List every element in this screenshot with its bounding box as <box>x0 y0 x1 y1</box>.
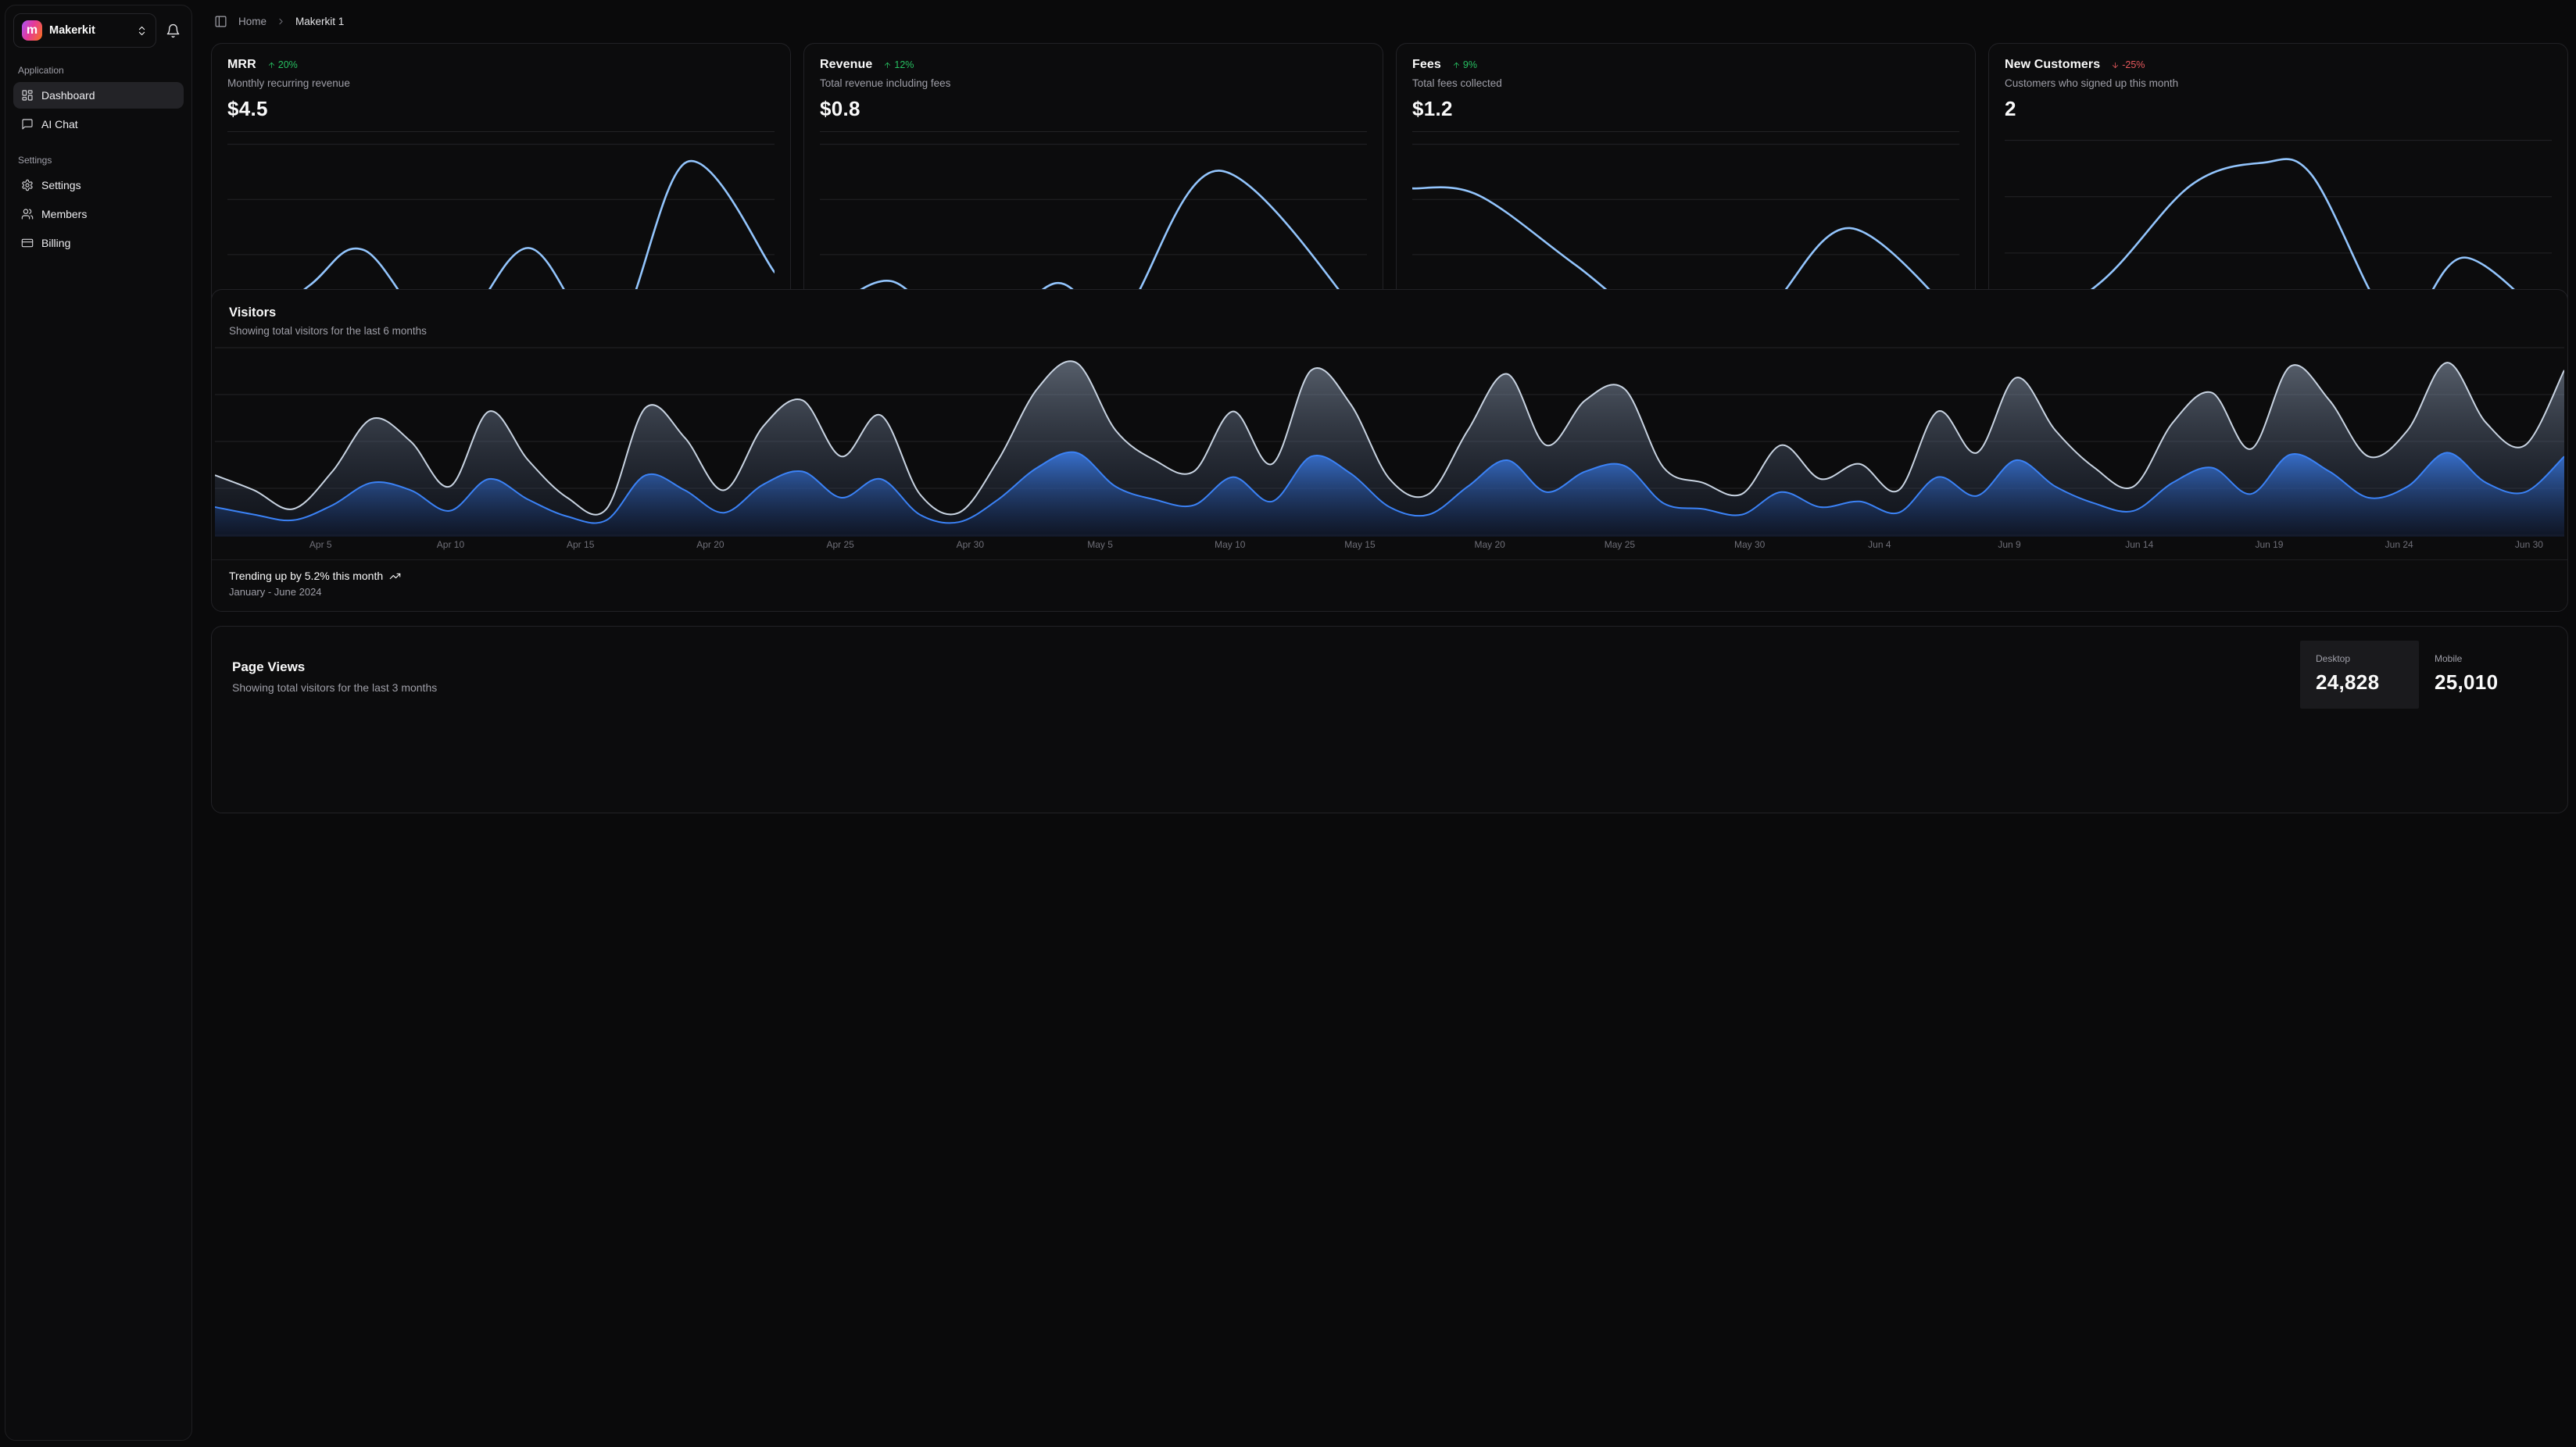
visitors-area-chart <box>215 346 2564 537</box>
arrow-down-icon <box>2111 61 2120 70</box>
stat-delta-badge: -25% <box>2111 59 2145 70</box>
sidebar-item-settings[interactable]: Settings <box>13 172 184 198</box>
divider <box>1412 131 1959 132</box>
axis-label: Jun 30 <box>2515 539 2543 550</box>
stat-cards-row: MRR 20% Monthly recurring revenue $4.5 A… <box>211 43 2568 275</box>
page-views-card: Page Views Showing total visitors for th… <box>211 626 2568 813</box>
stat-title: MRR <box>227 58 256 72</box>
axis-label: Jun 24 <box>2385 539 2413 550</box>
axis-label: May 30 <box>1734 539 1765 550</box>
sidebar-item-dashboard[interactable]: Dashboard <box>13 82 184 109</box>
message-square-icon <box>21 118 34 130</box>
axis-label: Apr 10 <box>437 539 464 550</box>
chevron-right-icon <box>276 16 286 27</box>
nav-section-settings: Settings <box>18 155 179 166</box>
stat-delta: -25% <box>2122 59 2145 70</box>
workspace-logo-letter: m <box>27 24 38 37</box>
toggle-label: Desktop <box>2316 653 2403 664</box>
sidebar-item-members[interactable]: Members <box>13 201 184 227</box>
layout-dashboard-icon <box>21 89 34 102</box>
sidebar-item-label: AI Chat <box>41 118 78 130</box>
stat-description: Total revenue including fees <box>820 77 1367 89</box>
visitors-subtitle: Showing total visitors for the last 6 mo… <box>229 325 2550 337</box>
axis-label: May 25 <box>1605 539 1635 550</box>
axis-label: Jun 9 <box>1998 539 2020 550</box>
sidebar-item-billing[interactable]: Billing <box>13 230 184 256</box>
main-content: Home Makerkit 1 MRR 20% Monthly recurrin… <box>205 0 2576 1447</box>
breadcrumb: Home Makerkit 1 <box>211 0 2568 43</box>
arrow-up-icon <box>883 61 892 70</box>
visitors-footer: Trending up by 5.2% this month January -… <box>212 559 2567 598</box>
stat-delta: 12% <box>894 59 914 70</box>
stat-delta: 20% <box>278 59 298 70</box>
sidebar: m Makerkit Application Dashboard AI Chat… <box>5 5 192 1441</box>
arrow-up-icon <box>267 61 276 70</box>
bell-icon <box>166 23 181 38</box>
axis-label: Apr 20 <box>696 539 724 550</box>
axis-label: May 20 <box>1475 539 1505 550</box>
sidebar-item-ai-chat[interactable]: AI Chat <box>13 111 184 138</box>
breadcrumb-current: Makerkit 1 <box>295 16 344 27</box>
sidebar-item-label: Members <box>41 208 87 220</box>
axis-label: May 5 <box>1087 539 1113 550</box>
page-views-subtitle: Showing total visitors for the last 3 mo… <box>232 681 2547 694</box>
toggle-value: 25,010 <box>2435 670 2522 695</box>
users-icon <box>21 208 34 220</box>
gear-icon <box>21 179 34 191</box>
axis-label: Apr 5 <box>309 539 332 550</box>
stat-description: Total fees collected <box>1412 77 1959 89</box>
panel-left-icon <box>214 15 227 28</box>
axis-label: May 15 <box>1344 539 1375 550</box>
toggle-desktop[interactable]: Desktop 24,828 <box>2300 641 2419 709</box>
axis-label: Apr 15 <box>567 539 594 550</box>
sidebar-toggle-button[interactable] <box>213 13 229 30</box>
x-axis-labels: Apr 5 Apr 10 Apr 15 Apr 20 Apr 25 Apr 30 May 5… <box>215 537 2564 552</box>
stat-delta-badge: 9% <box>1452 59 1477 70</box>
toggle-label: Mobile <box>2435 653 2522 664</box>
visitors-date-range: January - June 2024 <box>229 586 2550 598</box>
axis-label: Jun 14 <box>2125 539 2153 550</box>
trending-up-icon <box>389 570 401 582</box>
divider <box>820 131 1367 132</box>
page-views-toggles: Desktop 24,828 Mobile 25,010 <box>2300 641 2538 709</box>
stat-title: Revenue <box>820 58 872 72</box>
workspace-logo: m <box>22 20 42 41</box>
axis-label: Apr 25 <box>826 539 853 550</box>
stat-value: 2 <box>2005 97 2552 121</box>
stat-title: Fees <box>1412 58 1441 72</box>
stat-delta: 9% <box>1463 59 1477 70</box>
visitors-trend-text: Trending up by 5.2% this month <box>229 570 383 582</box>
workspace-selector[interactable]: m Makerkit <box>13 13 156 48</box>
breadcrumb-home[interactable]: Home <box>238 16 267 27</box>
toggle-value: 24,828 <box>2316 670 2403 695</box>
workspace-name: Makerkit <box>49 24 129 37</box>
visitors-title: Visitors <box>229 305 2550 320</box>
stat-description: Customers who signed up this month <box>2005 77 2552 89</box>
toggle-mobile[interactable]: Mobile 25,010 <box>2419 641 2538 709</box>
axis-label: Jun 4 <box>1868 539 1891 550</box>
stat-delta-badge: 12% <box>883 59 914 70</box>
stat-description: Monthly recurring revenue <box>227 77 775 89</box>
sidebar-item-label: Billing <box>41 237 70 249</box>
page-views-title: Page Views <box>232 659 2547 675</box>
visitors-card: Visitors Showing total visitors for the … <box>211 289 2568 612</box>
stat-value: $0.8 <box>820 97 1367 121</box>
arrow-up-icon <box>1452 61 1461 70</box>
credit-card-icon <box>21 237 34 249</box>
divider <box>227 131 775 132</box>
axis-label: Apr 30 <box>957 539 984 550</box>
axis-label: Jun 19 <box>2255 539 2283 550</box>
sidebar-item-label: Settings <box>41 179 81 191</box>
stat-delta-badge: 20% <box>267 59 298 70</box>
stat-value: $1.2 <box>1412 97 1959 121</box>
nav-section-application: Application <box>18 65 179 76</box>
stat-value: $4.5 <box>227 97 775 121</box>
notifications-button[interactable] <box>163 20 184 41</box>
chevrons-up-down-icon <box>136 25 148 37</box>
sidebar-item-label: Dashboard <box>41 89 95 102</box>
stat-title: New Customers <box>2005 58 2100 72</box>
axis-label: May 10 <box>1215 539 1245 550</box>
